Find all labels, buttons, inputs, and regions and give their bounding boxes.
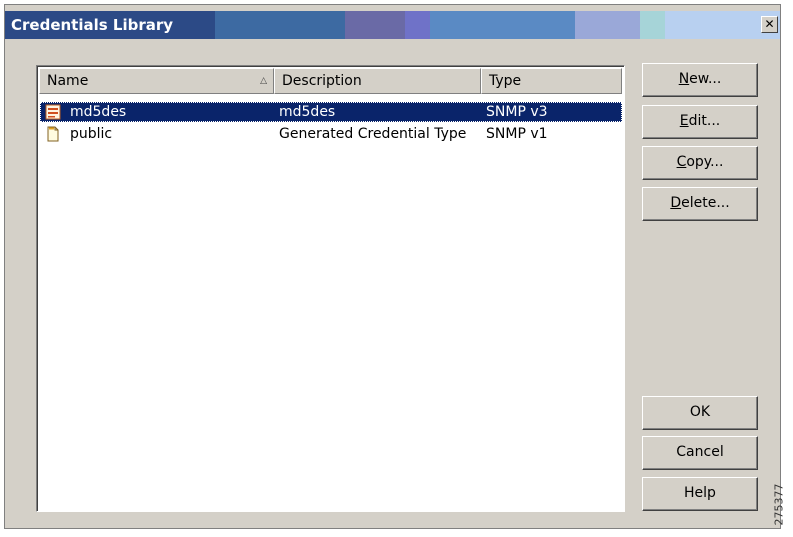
column-header-name-label: Name — [47, 73, 89, 89]
credentials-library-dialog: Credentials Library ✕ Name △ Description… — [4, 4, 781, 529]
credentials-list[interactable]: Name △ Description Type md5des md5des SN… — [36, 65, 625, 512]
row-type: SNMP v3 — [486, 104, 548, 120]
list-row-public[interactable]: public Generated Credential Type SNMP v1 — [40, 124, 622, 144]
cancel-button[interactable]: Cancel — [642, 436, 758, 470]
window-title: Credentials Library — [7, 12, 204, 38]
row-type: SNMP v1 — [486, 126, 548, 142]
new-button-label: ew... — [689, 71, 722, 87]
column-header-name[interactable]: Name △ — [39, 68, 274, 94]
figure-id: 275377 — [773, 478, 792, 534]
list-row-md5des[interactable]: md5des md5des SNMP v3 — [40, 102, 622, 122]
document-icon — [47, 126, 59, 142]
close-icon[interactable]: ✕ — [761, 16, 778, 33]
column-header-type[interactable]: Type — [481, 68, 622, 94]
credential-list-icon — [45, 104, 61, 120]
figure-id-text: 275377 — [772, 483, 786, 526]
row-description: md5des — [279, 104, 336, 120]
delete-button-label: elete... — [681, 195, 730, 211]
new-button[interactable]: New... — [642, 63, 758, 97]
copy-button-accel: C — [676, 154, 687, 170]
help-button[interactable]: Help — [642, 477, 758, 511]
copy-button[interactable]: Copy... — [642, 146, 758, 180]
column-header-type-label: Type — [489, 73, 522, 89]
column-header-description[interactable]: Description — [274, 68, 481, 94]
column-header-description-label: Description — [282, 73, 362, 89]
title-bar[interactable]: Credentials Library ✕ — [5, 5, 780, 41]
row-name: md5des — [70, 104, 127, 120]
row-description: Generated Credential Type — [279, 126, 467, 142]
delete-button-accel: D — [670, 195, 682, 211]
edit-button-accel: E — [679, 113, 689, 129]
row-name: public — [70, 126, 113, 142]
edit-button-label: dit... — [688, 113, 721, 129]
edit-button[interactable]: Edit... — [642, 105, 758, 139]
sort-ascending-icon: △ — [260, 76, 267, 86]
ok-button[interactable]: OK — [642, 396, 758, 430]
delete-button[interactable]: Delete... — [642, 187, 758, 221]
copy-button-label: opy... — [686, 154, 724, 170]
new-button-accel: N — [678, 71, 690, 87]
